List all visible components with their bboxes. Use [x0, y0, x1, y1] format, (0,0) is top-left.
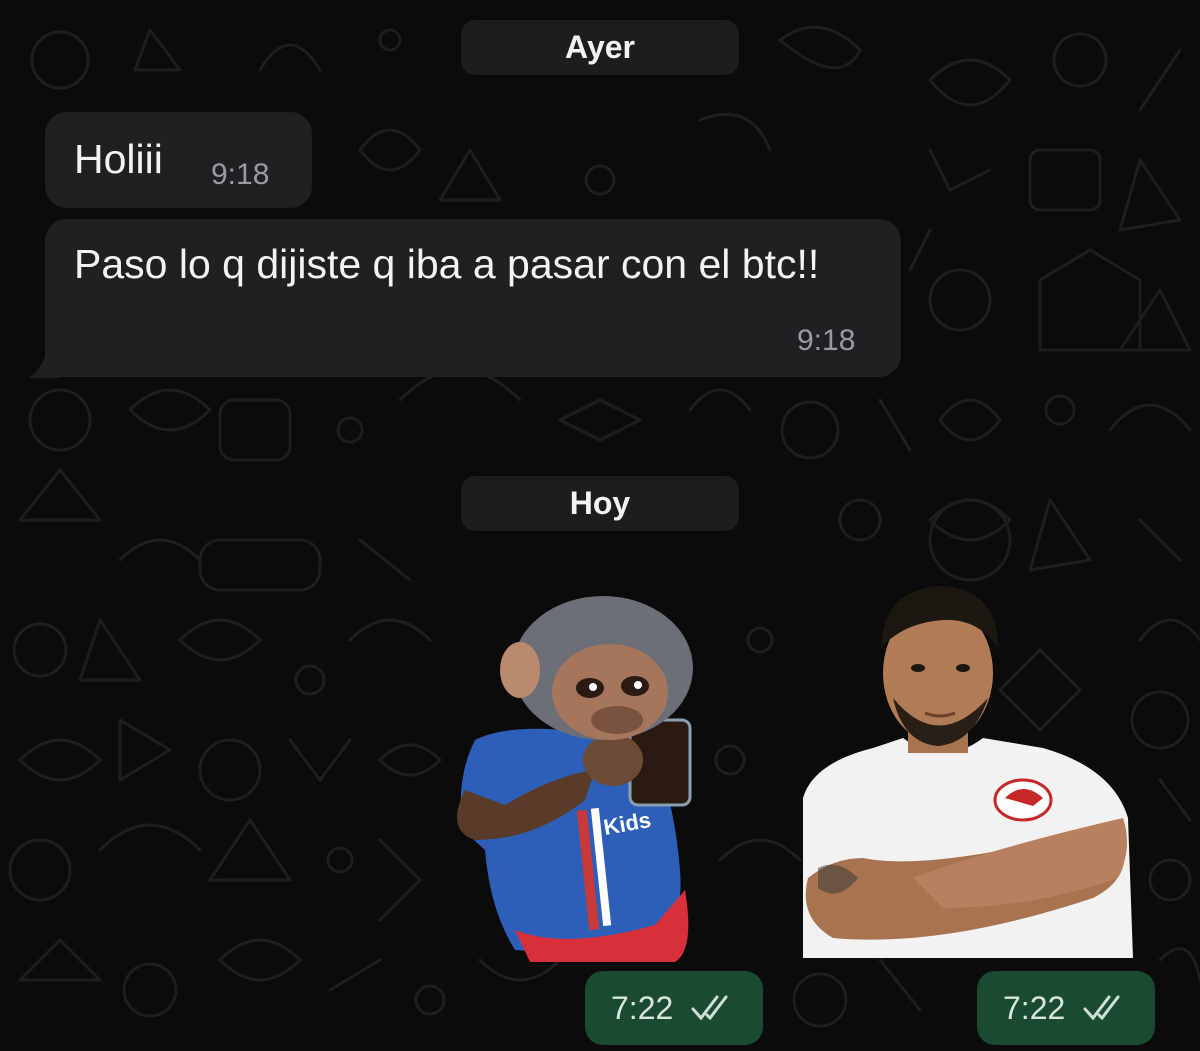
date-separator-today: Hoy: [461, 476, 739, 531]
message-time: 9:18: [211, 158, 270, 191]
chimp-sticker[interactable]: Kids: [445, 590, 705, 965]
sticker-timestamp: 7:22: [977, 971, 1155, 1045]
bubble-tail-icon: [28, 340, 58, 378]
read-receipt-icon: [1083, 995, 1120, 1021]
message-text: Paso lo q dijiste q iba a pasar con el b…: [74, 241, 820, 287]
incoming-message[interactable]: Holiii 9:18: [45, 112, 312, 208]
chat-area[interactable]: Ayer Holiii 9:18 Paso lo q dijiste q iba…: [0, 0, 1200, 1051]
message-time: 7:22: [611, 990, 674, 1026]
message-text: Holiii: [74, 136, 163, 182]
incoming-message[interactable]: Paso lo q dijiste q iba a pasar con el b…: [45, 219, 901, 377]
read-receipt-icon: [691, 995, 728, 1021]
message-time: 7:22: [1003, 990, 1066, 1026]
sticker-timestamp: 7:22: [585, 971, 763, 1045]
date-separator-yesterday: Ayer: [461, 20, 739, 75]
man-sticker[interactable]: [793, 578, 1133, 963]
message-time: 9:18: [797, 324, 856, 357]
